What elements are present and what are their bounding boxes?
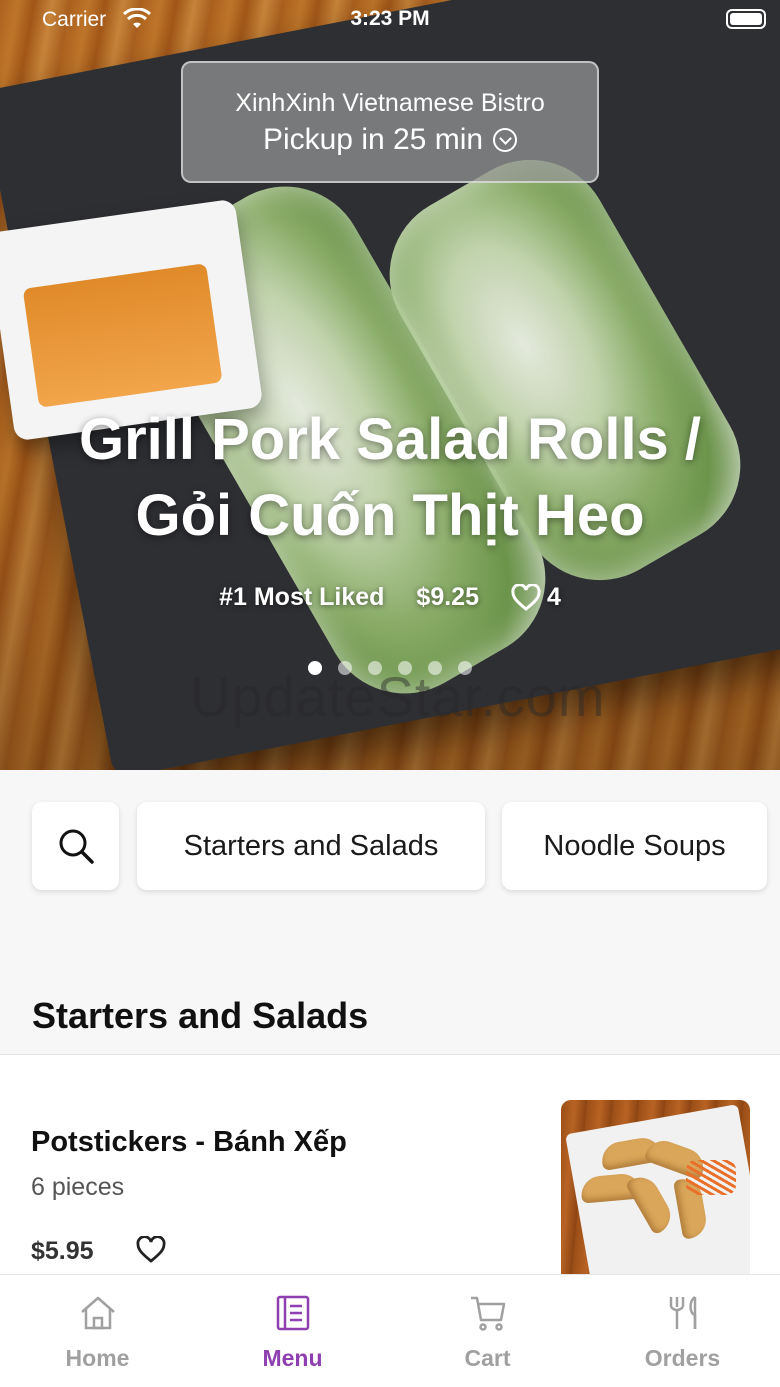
tab-label: Menu: [262, 1345, 323, 1371]
featured-item-meta: #1 Most Liked $9.25 4: [0, 583, 780, 612]
rank-badge: #1 Most Liked: [219, 583, 385, 611]
likes-count[interactable]: 4: [511, 583, 561, 612]
carousel-dot[interactable]: [428, 661, 442, 675]
chevron-down-circle-icon: [493, 128, 518, 152]
tab-menu[interactable]: Menu: [195, 1275, 390, 1387]
tab-label: Cart: [464, 1345, 511, 1371]
heart-icon[interactable]: [136, 1236, 166, 1264]
tab-bar: Home Menu Cart Orders: [0, 1274, 780, 1387]
tab-orders[interactable]: Orders: [585, 1275, 780, 1387]
likes-number: 4: [546, 583, 561, 611]
restaurant-name: XinhXinh Vietnamese Bistro: [235, 89, 545, 117]
tab-cart[interactable]: Cart: [390, 1275, 585, 1387]
section-title: Starters and Salads: [32, 995, 369, 1036]
featured-title-line: Grill Pork Salad Rolls /: [78, 407, 702, 472]
cart-icon: [470, 1296, 505, 1331]
carousel-dot[interactable]: [338, 661, 352, 675]
pickup-time-label: Pickup in 25 min: [262, 123, 484, 156]
category-bar: Starters and Salads Noodle Soups: [0, 770, 780, 920]
menu-list: Potstickers - Bánh Xếp 6 pieces $5.95: [0, 1055, 780, 1275]
status-bar: Carrier 3:23 PM: [0, 0, 780, 40]
carousel-dot[interactable]: [308, 661, 322, 675]
home-icon: [80, 1296, 115, 1330]
carousel-dot[interactable]: [458, 661, 472, 675]
menu-item-image[interactable]: [561, 1100, 750, 1275]
carrot-garnish-image: [686, 1160, 736, 1195]
tab-home[interactable]: Home: [0, 1275, 195, 1387]
category-chip-starters[interactable]: Starters and Salads: [137, 802, 485, 890]
search-button[interactable]: [32, 802, 119, 890]
menu-screen: UpdateStar.com Carrier 3:23 PM XinhXinh …: [0, 0, 780, 1387]
status-time: 3:23 PM: [350, 7, 430, 30]
pickup-selector[interactable]: XinhXinh Vietnamese Bistro Pickup in 25 …: [181, 61, 599, 183]
hero-banner[interactable]: UpdateStar.com Carrier 3:23 PM XinhXinh …: [0, 0, 780, 770]
featured-title-line: Gỏi Cuốn Thịt Heo: [135, 483, 645, 548]
orders-icon: [669, 1295, 696, 1329]
tab-label: Home: [65, 1345, 130, 1371]
battery-icon: [726, 9, 766, 29]
tab-label: Orders: [644, 1345, 721, 1371]
search-icon: [59, 829, 94, 864]
menu-icon: [276, 1295, 309, 1331]
heart-icon: [511, 583, 541, 611]
featured-price: $9.25: [416, 583, 479, 611]
carousel-pagination[interactable]: [0, 661, 780, 675]
featured-item-title: Grill Pork Salad Rolls / Gỏi Cuốn Thịt H…: [30, 402, 750, 554]
category-chip-noodle-soups[interactable]: Noodle Soups: [502, 802, 767, 890]
carousel-dot[interactable]: [368, 661, 382, 675]
pickup-time-row[interactable]: Pickup in 25 min: [183, 123, 597, 157]
carousel-dot[interactable]: [398, 661, 412, 675]
menu-item-description: 6 pieces: [31, 1173, 125, 1201]
menu-item-name: Potstickers - Bánh Xếp: [31, 1126, 347, 1158]
menu-item-price: $5.95: [31, 1237, 94, 1265]
